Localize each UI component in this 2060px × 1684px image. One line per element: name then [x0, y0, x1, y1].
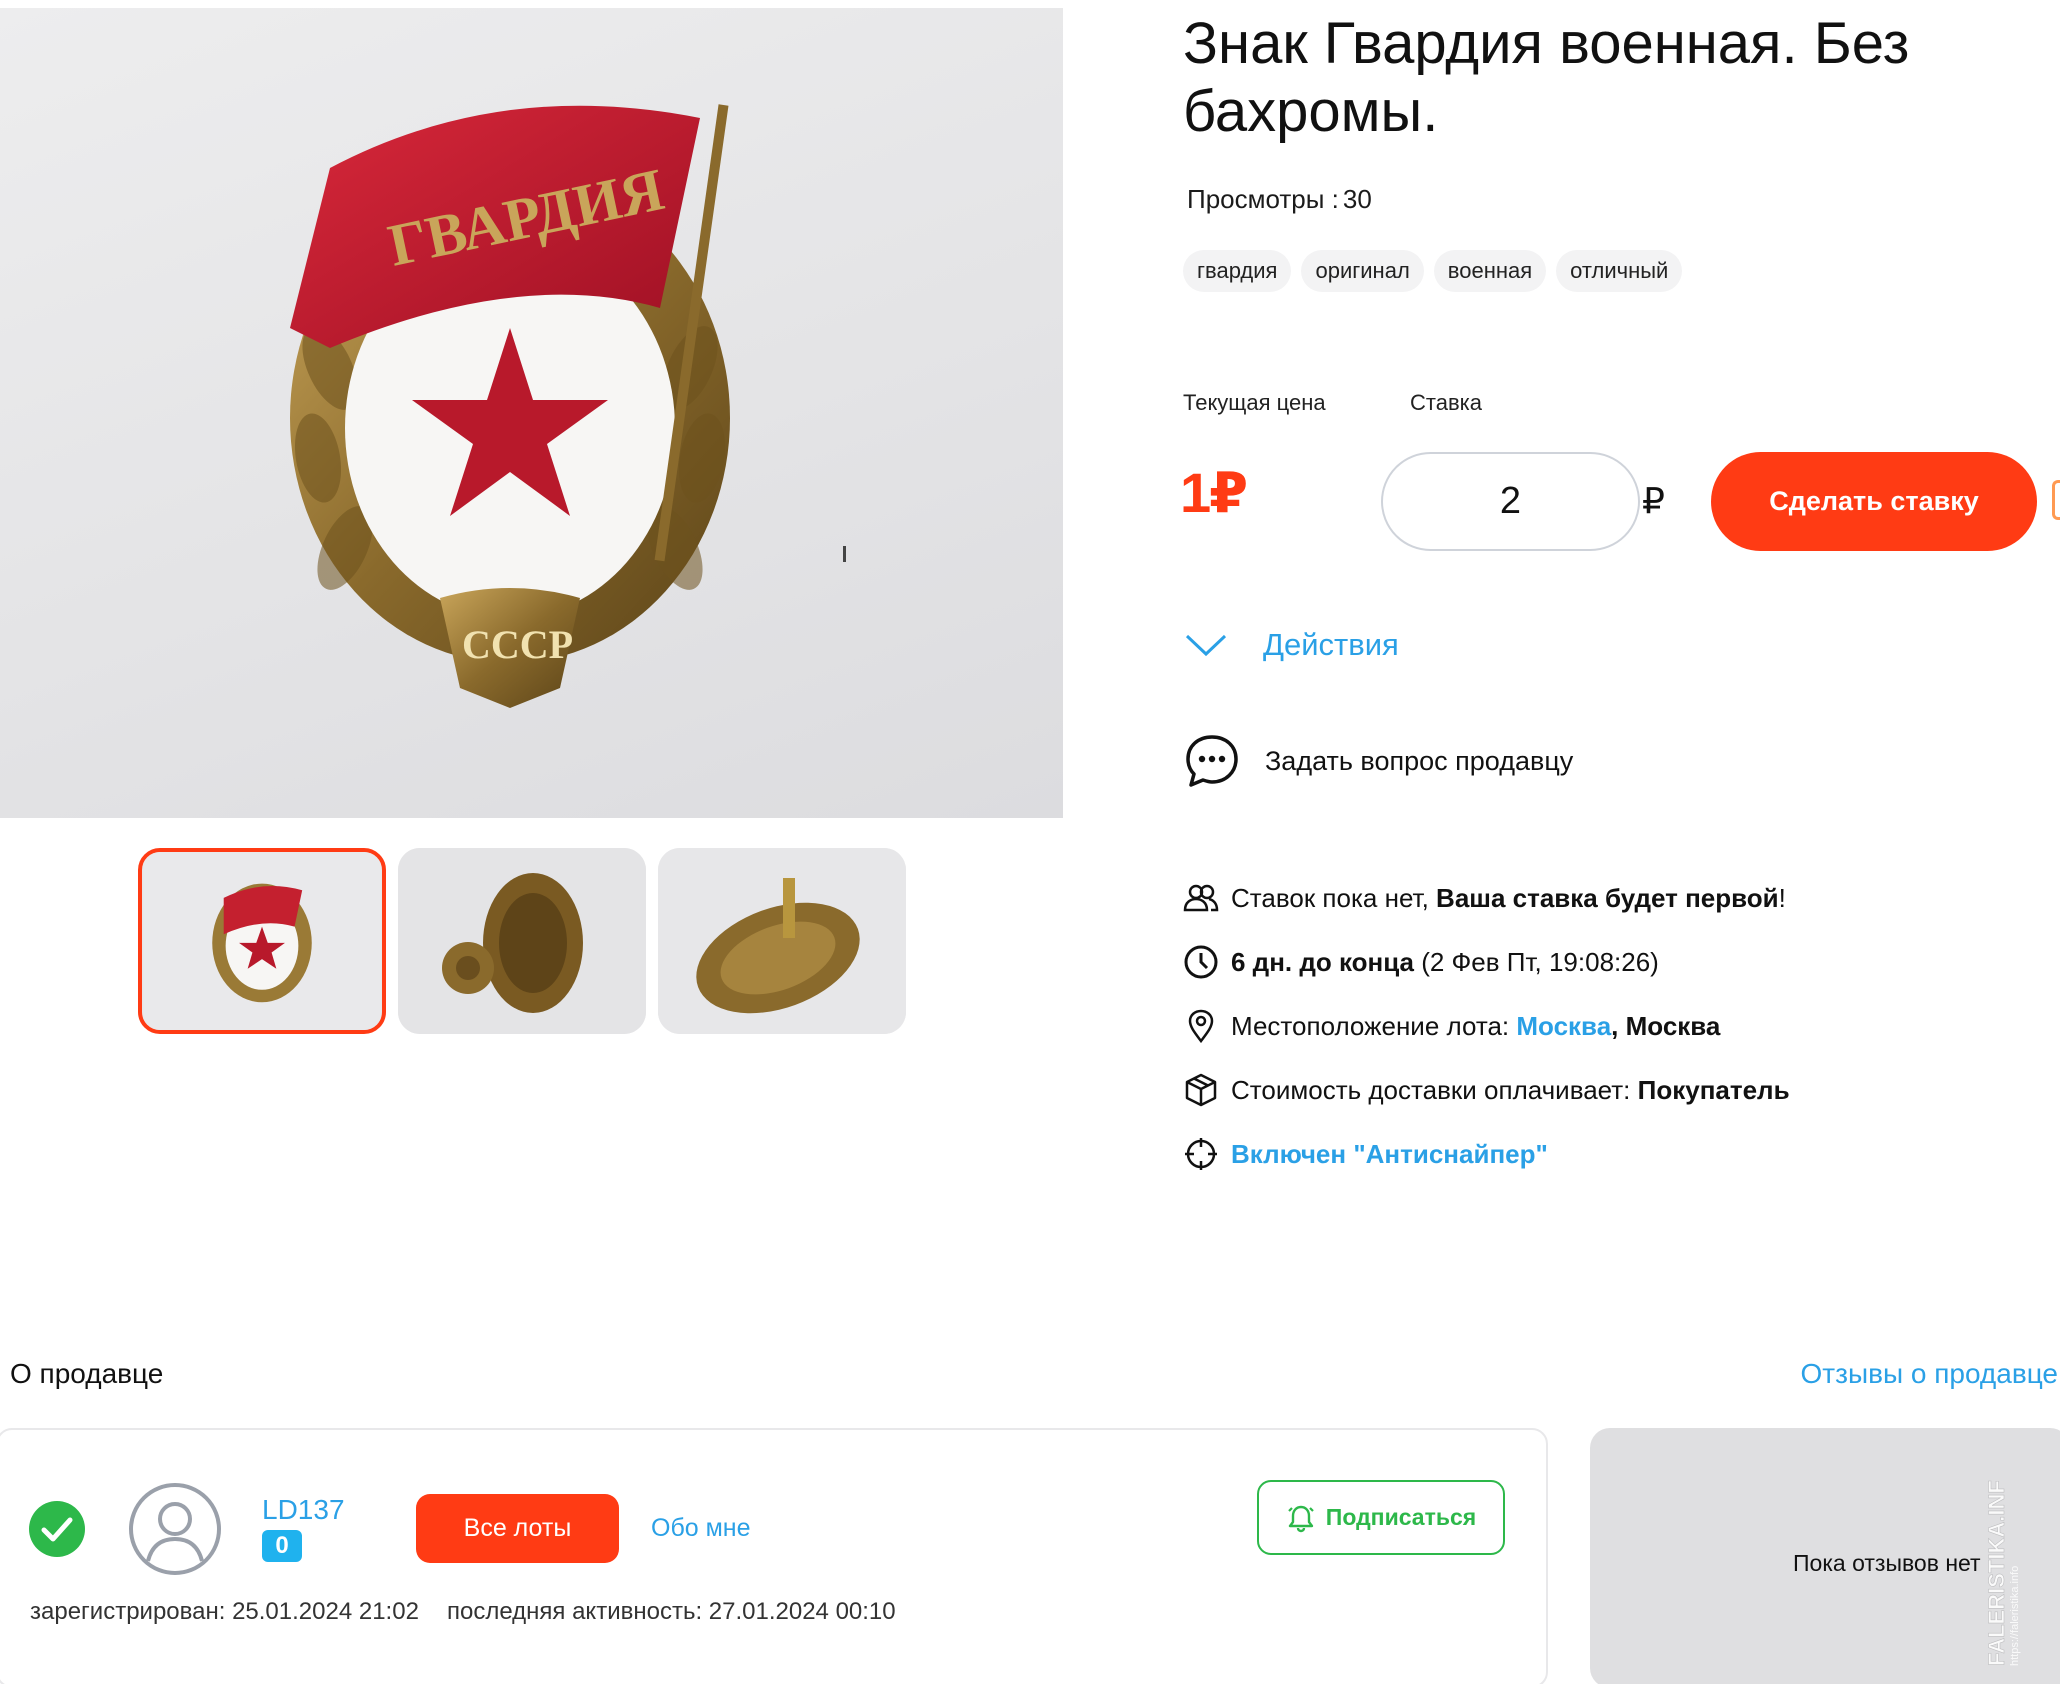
- antisniper-link[interactable]: Включен "Антиснайпер": [1231, 1139, 1548, 1170]
- clock-icon: [1184, 945, 1218, 979]
- location-label: Местоположение лота:: [1231, 1010, 1510, 1041]
- views-counter: Просмотры :30: [1183, 184, 1372, 215]
- currency-sign: ₽: [1642, 480, 1665, 521]
- tag-military[interactable]: военная: [1433, 250, 1547, 292]
- location-row: Местоположение лота: Москва, Москва: [1183, 1008, 1720, 1044]
- bid-label: Ставка: [1410, 390, 1482, 415]
- thumbnail-back[interactable]: [398, 848, 646, 1034]
- ask-seller-label: Задать вопрос продавцу: [1265, 745, 1574, 776]
- tag-list: гвардия оригинал военная отличный: [1183, 250, 1683, 292]
- thumbnail-strip: [138, 848, 906, 1034]
- place-bid-button[interactable]: Сделать ставку: [1711, 452, 2037, 551]
- delivery-payer: Покупатель: [1637, 1074, 1790, 1105]
- antisniper-row[interactable]: Включен "Антиснайпер": [1183, 1136, 1548, 1172]
- guards-badge-image: ГВАРДИЯ СССР: [290, 104, 846, 708]
- bids-end: !: [1778, 882, 1786, 913]
- edge-partial-icon: [2052, 480, 2060, 520]
- seller-card: [0, 1428, 1548, 1684]
- chat-bubble-icon: [1186, 735, 1238, 787]
- actions-label: Действия: [1263, 627, 1399, 662]
- tag-original[interactable]: оригинал: [1301, 250, 1424, 292]
- views-count: 30: [1342, 184, 1372, 214]
- views-label: Просмотры :: [1187, 184, 1339, 214]
- time-left-row: 6 дн. до конца (2 Фев Пт, 19:08:26): [1183, 944, 1659, 980]
- package-icon: [1185, 1073, 1217, 1107]
- location-region: , Москва: [1611, 1010, 1721, 1041]
- delivery-row: Стоимость доставки оплачивает: Покупател…: [1183, 1072, 1790, 1108]
- no-reviews-text: Пока отзывов нет: [1793, 1550, 1981, 1576]
- last-activity: последняя активность: 27.01.2024 00:10: [447, 1598, 896, 1625]
- user-avatar-icon[interactable]: [128, 1482, 222, 1576]
- map-pin-icon: [1188, 1009, 1214, 1044]
- current-price-value: 1₽: [1180, 461, 1248, 524]
- check-circle-icon: [29, 1501, 85, 1557]
- main-product-photo[interactable]: ГВАРДИЯ СССР: [0, 8, 1063, 818]
- chevron-down-icon: [1185, 634, 1227, 657]
- bids-info-row: Ставок пока нет, Ваша ставка будет перво…: [1183, 880, 1786, 916]
- crosshair-icon: [1185, 1138, 1217, 1170]
- badge-ribbon-text: СССР: [462, 622, 573, 667]
- location-city-link[interactable]: Москва: [1516, 1011, 1611, 1042]
- thumbnail-front[interactable]: [138, 848, 386, 1034]
- actions-toggle[interactable]: Действия: [1183, 622, 1399, 668]
- thumbnail-side[interactable]: [658, 848, 906, 1034]
- watermark-url: https://faleristika.info: [2009, 1566, 2021, 1666]
- seller-name-link[interactable]: LD137: [262, 1494, 345, 1526]
- seller-score-badge: 0: [262, 1530, 302, 1562]
- thumbnail-back-image: [398, 848, 646, 1034]
- subscribe-button[interactable]: Подписаться: [1257, 1480, 1505, 1555]
- about-me-link[interactable]: Обо мне: [651, 1514, 751, 1543]
- users-icon: [1183, 884, 1219, 912]
- tag-excellent[interactable]: отличный: [1556, 250, 1683, 292]
- watermark-logo: FALERISTIKA.INFO https://faleristika.inf…: [1984, 1480, 2021, 1666]
- all-lots-button[interactable]: Все лоты: [416, 1494, 619, 1563]
- tag-guard[interactable]: гвардия: [1183, 250, 1292, 292]
- seller-reviews-link[interactable]: Отзывы о продавце: [1801, 1358, 2058, 1390]
- seller-heading: О продавце: [10, 1358, 164, 1389]
- thumbnail-side-image: [658, 848, 906, 1034]
- subscribe-label: Подписаться: [1325, 1504, 1477, 1530]
- ask-seller-link[interactable]: Задать вопрос продавцу: [1183, 732, 1573, 790]
- registered-date: зарегистрирован: 25.01.2024 21:02: [30, 1598, 419, 1625]
- bids-first-text: Ваша ставка будет первой: [1436, 882, 1779, 913]
- current-price-label: Текущая цена: [1183, 390, 1326, 415]
- bids-text: Ставок пока нет,: [1231, 882, 1429, 913]
- end-date: (2 Фев Пт, 19:08:26): [1421, 946, 1659, 977]
- bid-amount-input[interactable]: [1381, 452, 1640, 551]
- watermark-brand: FALERISTIKA.INFO: [1984, 1480, 2009, 1666]
- delivery-label: Стоимость доставки оплачивает:: [1231, 1074, 1631, 1105]
- time-left: 6 дн. до конца: [1231, 946, 1414, 977]
- bell-icon: [1288, 1505, 1314, 1532]
- lot-title: Знак Гвардия военная. Без бахромы.: [1183, 11, 1910, 144]
- thumbnail-front-image: [143, 852, 381, 1030]
